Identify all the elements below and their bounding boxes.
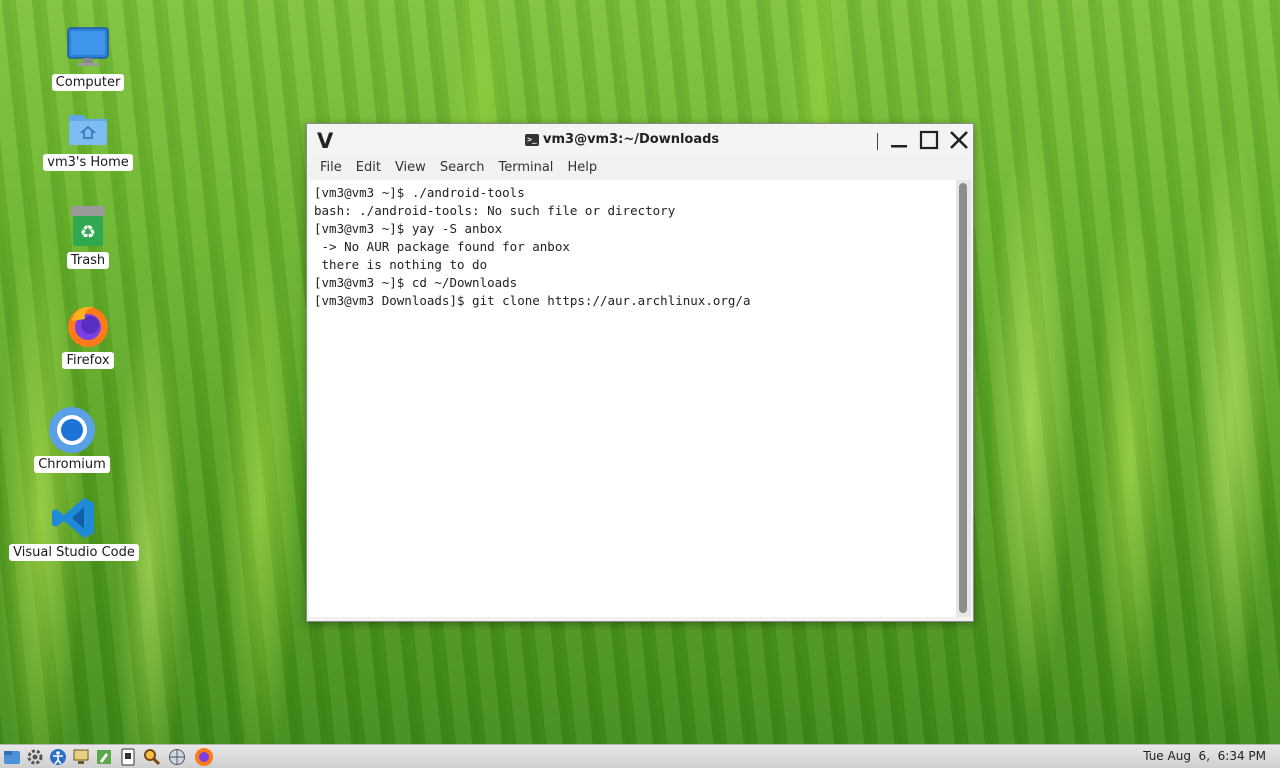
terminal-line: [vm3@vm3 ~]$ yay -S anbox: [314, 221, 503, 236]
desktop-icon-trash[interactable]: ♻ Trash: [56, 202, 120, 269]
desktop-icon-label: Computer: [51, 74, 125, 91]
network-icon[interactable]: [167, 747, 187, 767]
terminal-line: [vm3@vm3 ~]$ ./android-tools: [314, 185, 525, 200]
terminal-scrollbar[interactable]: [956, 180, 971, 617]
chromium-icon: [48, 406, 96, 454]
firefox-icon: [64, 302, 112, 350]
window-titlebar[interactable]: V >_ vm3@vm3:~/Downloads: [307, 124, 973, 156]
window-title-text: vm3@vm3:~/Downloads: [543, 132, 720, 147]
desktop-icon-home[interactable]: vm3's Home: [43, 104, 133, 171]
terminal-icon: >_: [525, 133, 539, 146]
accessibility-icon[interactable]: [48, 747, 68, 767]
scrollbar-thumb[interactable]: [959, 183, 967, 613]
minimize-button[interactable]: [887, 128, 911, 152]
desktop-icon-computer[interactable]: Computer: [50, 24, 126, 91]
home-folder-icon: [64, 104, 112, 152]
terminal-line: -> No AUR package found for anbox: [314, 239, 570, 254]
terminal-output[interactable]: [vm3@vm3 ~]$ ./android-tools bash: ./and…: [309, 180, 956, 617]
svg-text:♻: ♻: [80, 222, 96, 243]
settings-icon[interactable]: [25, 747, 45, 767]
app-menu-icon[interactable]: [2, 747, 22, 767]
monitor-icon[interactable]: [71, 747, 91, 767]
desktop-icon-chromium[interactable]: Chromium: [30, 406, 114, 473]
menu-edit[interactable]: Edit: [349, 156, 388, 180]
menu-terminal[interactable]: Terminal: [491, 156, 560, 180]
desktop-icon-firefox[interactable]: Firefox: [56, 302, 120, 369]
menu-help[interactable]: Help: [560, 156, 604, 180]
terminal-line: there is nothing to do: [314, 257, 488, 272]
desktop-icon-label: Visual Studio Code: [9, 544, 139, 561]
desktop-icon-label: Chromium: [34, 456, 110, 473]
search-icon[interactable]: [142, 747, 162, 767]
menubar: File Edit View Search Terminal Help: [307, 156, 973, 180]
editor-icon[interactable]: [94, 747, 114, 767]
maximize-icon: [919, 130, 939, 150]
terminal-line: bash: ./android-tools: No such file or d…: [314, 203, 676, 218]
minimize-icon: [891, 145, 907, 148]
titlebar-divider: [877, 133, 878, 150]
desktop-icon-label: Trash: [66, 252, 110, 269]
firefox-icon[interactable]: [194, 747, 214, 767]
desktop-icon-vscode[interactable]: Visual Studio Code: [9, 494, 139, 561]
window-logo[interactable]: V: [317, 129, 333, 153]
taskbar-clock[interactable]: Tue Aug 6, 6:34 PM: [1143, 749, 1266, 763]
computer-icon: [64, 24, 112, 72]
vscode-icon: [50, 494, 98, 542]
terminal-line: [vm3@vm3 ~]$ cd ~/Downloads: [314, 275, 518, 290]
close-icon: [950, 131, 968, 149]
trash-icon: ♻: [64, 202, 112, 250]
window-title: >_ vm3@vm3:~/Downloads: [525, 132, 719, 147]
terminal-icon[interactable]: [118, 747, 138, 767]
taskbar: Tue Aug 6, 6:34 PM: [0, 744, 1280, 768]
desktop-icon-label: vm3's Home: [43, 154, 133, 171]
menu-file[interactable]: File: [313, 156, 349, 180]
terminal-window[interactable]: V >_ vm3@vm3:~/Downloads File Edit View …: [306, 123, 974, 622]
terminal-line: [vm3@vm3 Downloads]$ git clone https://a…: [314, 293, 751, 308]
desktop-icon-label: Firefox: [62, 352, 114, 369]
menu-view[interactable]: View: [388, 156, 433, 180]
maximize-button[interactable]: [917, 128, 941, 152]
menu-search[interactable]: Search: [433, 156, 492, 180]
close-button[interactable]: [947, 128, 971, 152]
